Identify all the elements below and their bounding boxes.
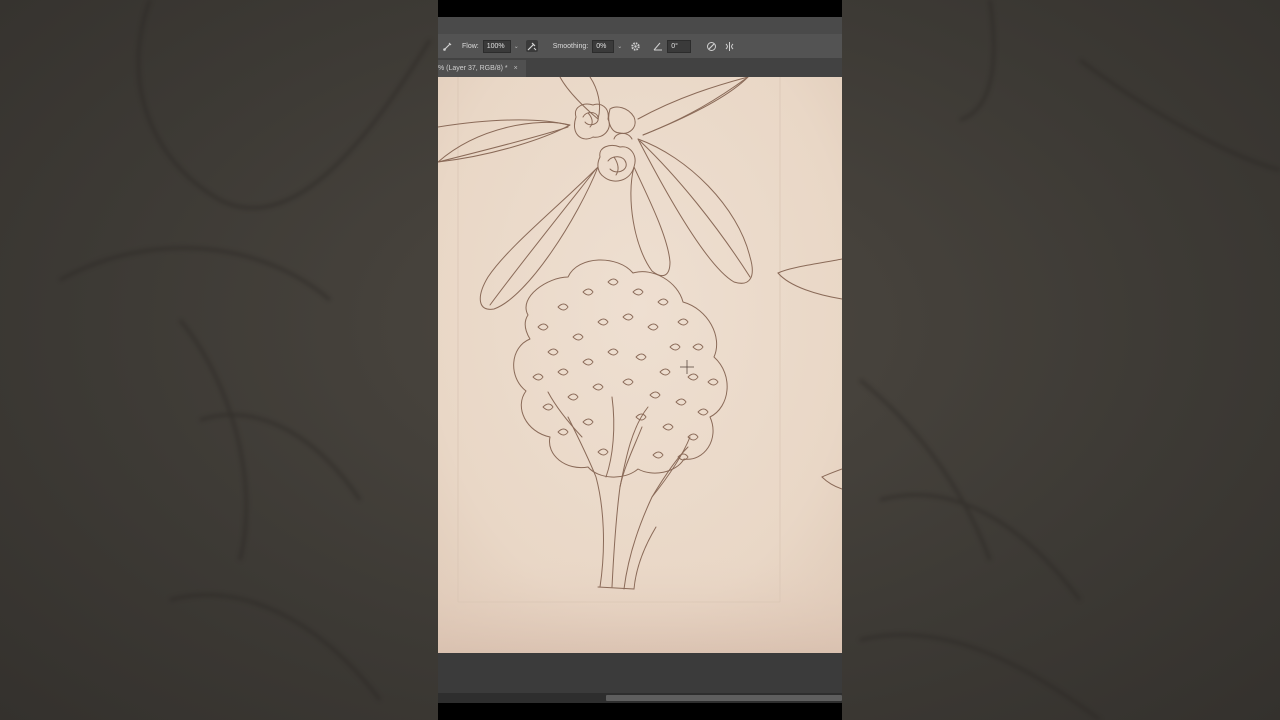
status-bar <box>438 653 842 693</box>
smoothing-input[interactable]: 0% <box>592 39 615 53</box>
smoothing-label: Smoothing: <box>552 42 589 50</box>
smoothing-dropdown-chevron-icon[interactable]: ⌄ <box>617 43 622 50</box>
symmetry-icon[interactable] <box>723 40 735 52</box>
airbrush-icon[interactable] <box>525 40 538 52</box>
gear-icon[interactable] <box>629 40 641 52</box>
document-tab[interactable]: % (Layer 37, RGB/8) * × <box>438 60 526 77</box>
tool-options-bar: Flow: 100% ⌄ Smoothing: 0% ⌄ 0° <box>438 34 842 58</box>
angle-input[interactable]: 0° <box>667 39 692 53</box>
scrollbar-thumb[interactable] <box>606 695 842 701</box>
document-tab-title: % (Layer 37, RGB/8) * <box>438 65 508 72</box>
document-tab-bar: % (Layer 37, RGB/8) * × <box>438 58 842 77</box>
horizontal-scrollbar[interactable] <box>438 693 842 703</box>
flow-dropdown-chevron-icon[interactable]: ⌄ <box>514 43 519 50</box>
close-icon[interactable]: × <box>514 65 518 72</box>
pressure-size-icon[interactable] <box>705 40 717 52</box>
angle-icon <box>652 40 664 52</box>
sketch-artwork <box>438 77 842 653</box>
menu-bar <box>438 17 842 34</box>
brush-tool-icon[interactable] <box>441 40 453 52</box>
photoshop-window: Flow: 100% ⌄ Smoothing: 0% ⌄ 0° % (Layer… <box>438 0 842 720</box>
flow-label: Flow: <box>462 42 479 50</box>
drawing-canvas[interactable] <box>438 77 842 653</box>
flow-input[interactable]: 100% <box>482 39 511 53</box>
